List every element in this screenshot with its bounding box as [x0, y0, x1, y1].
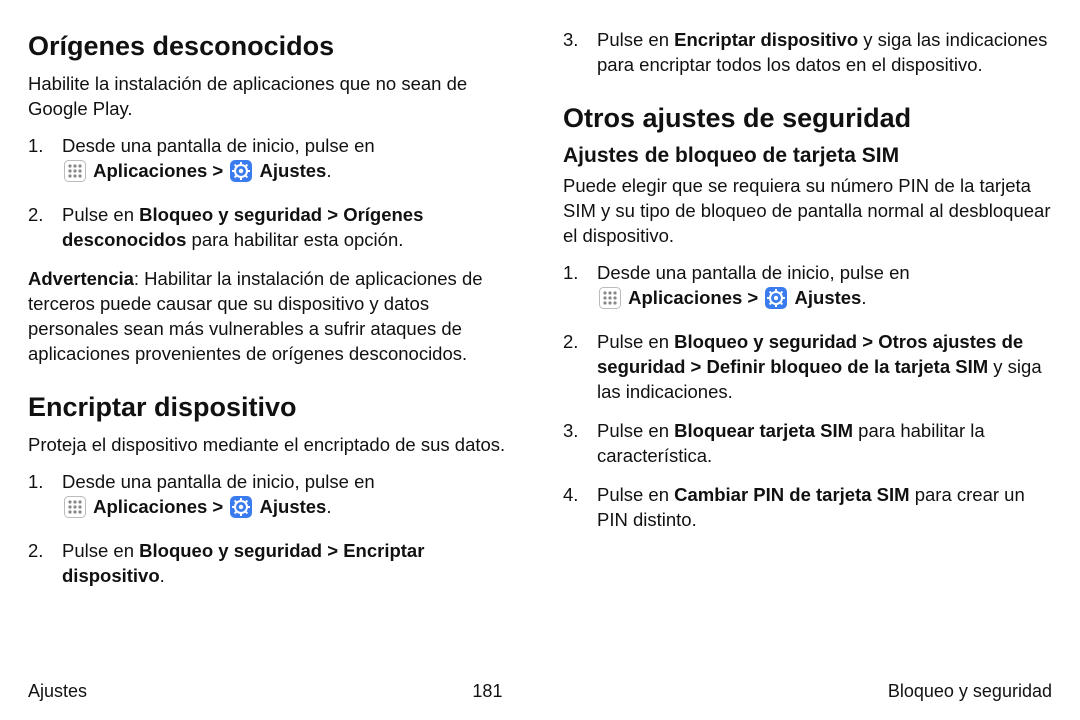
- step-text: Pulse en: [597, 484, 674, 505]
- aplicaciones-label: Aplicaciones: [93, 496, 207, 517]
- heading-origenes: Orígenes desconocidos: [28, 30, 517, 62]
- warning-label: Advertencia: [28, 268, 134, 289]
- origenes-intro: Habilite la instalación de aplicaciones …: [28, 72, 517, 122]
- footer-page-number: 181: [472, 681, 502, 702]
- step-number: 2.: [28, 539, 43, 564]
- two-column-layout: Orígenes desconocidos Habilite la instal…: [28, 28, 1052, 666]
- step-number: 3.: [563, 419, 578, 444]
- footer-right: Bloqueo y seguridad: [888, 681, 1052, 702]
- aplicaciones-label: Aplicaciones: [628, 287, 742, 308]
- step-number: 3.: [563, 28, 578, 53]
- list-item: 2. Pulse en Bloqueo y seguridad > Encrip…: [28, 539, 517, 589]
- step-number: 1.: [28, 470, 43, 495]
- warning-paragraph: Advertencia: Habilitar la instalación de…: [28, 267, 517, 367]
- step-number: 1.: [28, 134, 43, 159]
- ajustes-label: Ajustes: [795, 287, 862, 308]
- step-number: 4.: [563, 483, 578, 508]
- chevron: >: [212, 496, 223, 517]
- sim-steps: 1. Desde una pantalla de inicio, pulse e…: [563, 261, 1052, 533]
- step-number: 2.: [563, 330, 578, 355]
- list-item: 3. Pulse en Bloquear tarjeta SIM para ha…: [563, 419, 1052, 469]
- ajustes-label: Ajustes: [260, 496, 327, 517]
- apps-grid-icon: [599, 287, 621, 316]
- step-number: 2.: [28, 203, 43, 228]
- step-text: Pulse en: [597, 29, 674, 50]
- step-text: Pulse en: [62, 540, 139, 561]
- step-bold: Encriptar dispositivo: [674, 29, 858, 50]
- list-item: 1. Desde una pantalla de inicio, pulse e…: [28, 134, 517, 189]
- settings-gear-icon: [230, 160, 252, 189]
- step-text: Desde una pantalla de inicio, pulse en: [62, 135, 375, 156]
- period: .: [326, 496, 331, 517]
- right-column: 3. Pulse en Encriptar dispositivo y siga…: [563, 28, 1052, 666]
- aplicaciones-label: Aplicaciones: [93, 160, 207, 181]
- chevron: >: [747, 287, 758, 308]
- step-text: Pulse en: [597, 420, 674, 441]
- step-bold: Cambiar PIN de tarjeta SIM: [674, 484, 909, 505]
- settings-gear-icon: [765, 287, 787, 316]
- apps-grid-icon: [64, 160, 86, 189]
- list-item: 3. Pulse en Encriptar dispositivo y siga…: [563, 28, 1052, 78]
- list-item: 1. Desde una pantalla de inicio, pulse e…: [563, 261, 1052, 316]
- step-text: Desde una pantalla de inicio, pulse en: [597, 262, 910, 283]
- period: .: [326, 160, 331, 181]
- sim-intro: Puede elegir que se requiera su número P…: [563, 174, 1052, 249]
- list-item: 2. Pulse en Bloqueo y seguridad > Otros …: [563, 330, 1052, 405]
- settings-gear-icon: [230, 496, 252, 525]
- left-column: Orígenes desconocidos Habilite la instal…: [28, 28, 517, 666]
- heading-encriptar: Encriptar dispositivo: [28, 391, 517, 423]
- page-footer: Ajustes 181 Bloqueo y seguridad: [28, 681, 1052, 702]
- step-number: 1.: [563, 261, 578, 286]
- period: .: [861, 287, 866, 308]
- step-text: Pulse en: [597, 331, 674, 352]
- ajustes-label: Ajustes: [260, 160, 327, 181]
- list-item: 1. Desde una pantalla de inicio, pulse e…: [28, 470, 517, 525]
- encriptar-intro: Proteja el dispositivo mediante el encri…: [28, 433, 517, 458]
- heading-otros: Otros ajustes de seguridad: [563, 102, 1052, 134]
- encriptar-steps: 1. Desde una pantalla de inicio, pulse e…: [28, 470, 517, 589]
- apps-grid-icon: [64, 496, 86, 525]
- encriptar-steps-continued: 3. Pulse en Encriptar dispositivo y siga…: [563, 28, 1052, 78]
- list-item: 4. Pulse en Cambiar PIN de tarjeta SIM p…: [563, 483, 1052, 533]
- list-item: 2. Pulse en Bloqueo y seguridad > Orígen…: [28, 203, 517, 253]
- step-text: Pulse en: [62, 204, 139, 225]
- step-text: .: [160, 565, 165, 586]
- step-bold: Bloquear tarjeta SIM: [674, 420, 853, 441]
- footer-left: Ajustes: [28, 681, 87, 702]
- step-text: Desde una pantalla de inicio, pulse en: [62, 471, 375, 492]
- chevron: >: [212, 160, 223, 181]
- origenes-steps: 1. Desde una pantalla de inicio, pulse e…: [28, 134, 517, 253]
- subheading-sim: Ajustes de bloqueo de tarjeta SIM: [563, 144, 1052, 168]
- step-text: para habilitar esta opción.: [186, 229, 403, 250]
